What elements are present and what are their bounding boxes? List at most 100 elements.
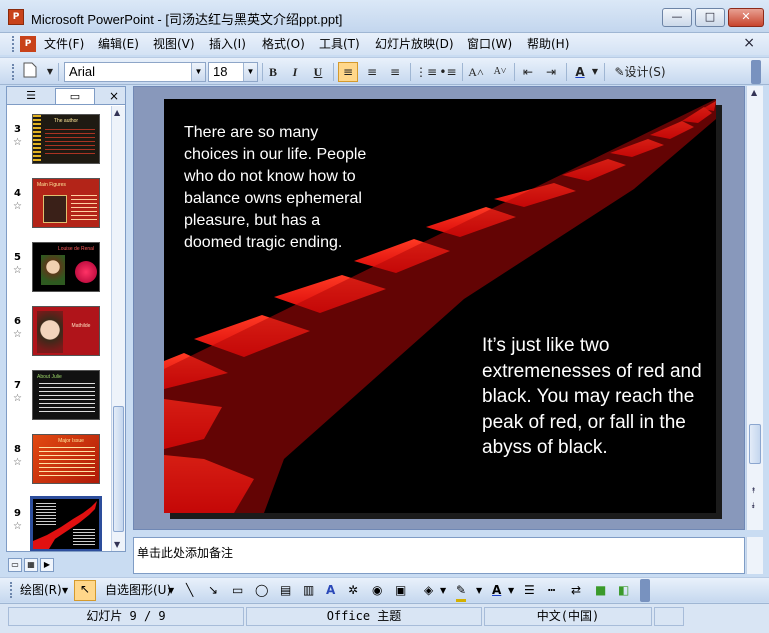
chevron-down-icon[interactable]: ▼: [590, 62, 600, 82]
arrow-style-icon[interactable]: ⇄: [571, 582, 581, 599]
menu-help[interactable]: 帮助(H): [527, 36, 569, 52]
font-size-select[interactable]: 18 ▼: [208, 62, 258, 82]
chevron-down-icon[interactable]: ▼: [508, 582, 514, 599]
shadow-style-icon[interactable]: ■: [595, 582, 606, 599]
toolbar-grip[interactable]: [10, 582, 13, 598]
slide-scrollbar[interactable]: ▲ ⯭ ⯯: [746, 86, 763, 530]
slide-sorter-icon[interactable]: ▦: [24, 558, 38, 572]
menu-tools[interactable]: 工具(T): [319, 36, 360, 52]
minimize-button[interactable]: —: [662, 8, 692, 27]
close-button[interactable]: ✕: [728, 8, 764, 27]
document-close-icon[interactable]: ×: [743, 35, 755, 51]
notes-scrollbar[interactable]: [746, 537, 763, 574]
decrease-indent-icon[interactable]: ⇤: [518, 62, 538, 82]
font-color-icon[interactable]: A: [570, 62, 590, 82]
panel-close-icon[interactable]: ×: [109, 87, 119, 105]
toolbar-overflow-button[interactable]: [751, 60, 761, 84]
slide-thumbnail-row[interactable]: 4 ☆ Main Figures: [7, 178, 111, 234]
clipart-icon[interactable]: ◉: [372, 582, 382, 599]
menu-view[interactable]: 视图(V): [153, 36, 195, 52]
chevron-down-icon[interactable]: ▼: [168, 582, 174, 599]
slide-thumbnail[interactable]: The author: [32, 114, 100, 164]
scroll-down-icon[interactable]: ▼: [114, 540, 120, 549]
wordart-icon[interactable]: A: [326, 582, 335, 599]
menu-grip[interactable]: [12, 36, 15, 52]
toolbar-options-icon[interactable]: ▼: [40, 62, 60, 82]
arrow-icon[interactable]: ↘: [208, 582, 218, 599]
scroll-up-icon[interactable]: ▲: [751, 88, 757, 97]
align-center-icon[interactable]: ≡: [362, 62, 382, 82]
slide-thumbnail[interactable]: Main Figures: [32, 178, 100, 228]
diagram-icon[interactable]: ✲: [348, 582, 358, 599]
scroll-up-icon[interactable]: ▲: [114, 108, 120, 117]
line-style-icon[interactable]: ☰: [524, 582, 535, 599]
slide-thumbnail-row-selected[interactable]: 9 ☆: [7, 496, 111, 551]
picture-icon[interactable]: ▣: [395, 582, 406, 599]
slide-thumbnail[interactable]: Mathilde: [32, 306, 100, 356]
menu-slideshow[interactable]: 幻灯片放映(D): [375, 36, 454, 52]
chevron-down-icon[interactable]: ▼: [191, 63, 205, 81]
bold-button[interactable]: B: [263, 62, 283, 82]
draw-menu-button[interactable]: 绘图(R): [20, 582, 62, 599]
notes-placeholder[interactable]: 单击此处添加备注: [137, 544, 233, 561]
powerpoint-app-icon[interactable]: P: [8, 9, 24, 25]
3d-style-icon[interactable]: ◧: [618, 582, 629, 599]
new-document-icon[interactable]: [20, 62, 40, 82]
next-slide-icon[interactable]: ⯯: [751, 501, 756, 511]
maximize-button[interactable]: □: [695, 8, 725, 27]
chevron-down-icon[interactable]: ▼: [476, 582, 482, 599]
align-right-icon[interactable]: ≡: [385, 62, 405, 82]
slide-thumbnail-row[interactable]: 8 ☆ Major Issue: [7, 434, 111, 490]
tab-slides[interactable]: ▭: [55, 88, 95, 104]
design-button[interactable]: ✎设计(S): [609, 62, 671, 82]
slide-scroll-thumb[interactable]: [749, 424, 761, 464]
slide-textbox-right[interactable]: It’s just like two extremenesses of red …: [482, 333, 702, 461]
slide-thumbnail[interactable]: Major Issue: [32, 434, 100, 484]
chevron-down-icon[interactable]: ▼: [440, 582, 446, 599]
previous-slide-icon[interactable]: ⯭: [751, 486, 756, 496]
menu-format[interactable]: 格式(O): [262, 36, 305, 52]
slide-thumbnail-row[interactable]: 5 ☆ Louise de Renal: [7, 242, 111, 298]
textbox-icon[interactable]: ▤: [280, 582, 291, 599]
current-slide[interactable]: There are so many choices in our life. P…: [164, 99, 716, 513]
select-pointer-icon[interactable]: ↖: [74, 580, 96, 601]
document-icon[interactable]: P: [20, 36, 36, 52]
underline-button[interactable]: U: [308, 62, 328, 82]
theme-name[interactable]: Office 主题: [246, 607, 482, 626]
oval-icon[interactable]: ◯: [255, 582, 268, 599]
toolbar-grip[interactable]: [12, 64, 15, 80]
notes-pane[interactable]: 单击此处添加备注: [133, 537, 745, 574]
chevron-down-icon[interactable]: ▼: [243, 63, 257, 81]
align-left-icon[interactable]: ≡: [338, 62, 358, 82]
panel-scrollbar[interactable]: ▲ ▼: [111, 106, 125, 551]
menu-window[interactable]: 窗口(W): [467, 36, 512, 52]
tab-outline[interactable]: ☰: [11, 88, 51, 104]
line-color-icon[interactable]: ✎: [456, 582, 467, 602]
slide-textbox-left[interactable]: There are so many choices in our life. P…: [184, 122, 374, 254]
slide-thumbnail[interactable]: Louise de Renal: [32, 242, 100, 292]
panel-scroll-thumb[interactable]: [113, 406, 124, 532]
menu-file[interactable]: 文件(F): [44, 36, 84, 52]
slide-thumbnail[interactable]: About Julie: [32, 370, 100, 420]
bulleted-list-icon[interactable]: •≡: [438, 62, 458, 82]
slideshow-icon[interactable]: ▶: [40, 558, 54, 572]
normal-view-icon[interactable]: ▭: [8, 558, 22, 572]
autoshapes-button[interactable]: 自选图形(U): [105, 582, 171, 599]
dash-style-icon[interactable]: ┅: [548, 582, 555, 599]
menu-edit[interactable]: 编辑(E): [98, 36, 139, 52]
slide-thumbnail-selected[interactable]: [30, 496, 102, 551]
vertical-textbox-icon[interactable]: ▥: [303, 582, 314, 599]
font-name-select[interactable]: Arial ▼: [64, 62, 206, 82]
slide-thumbnail-row[interactable]: 3 ☆ The author: [7, 114, 111, 170]
decrease-font-size-icon[interactable]: A˅: [490, 62, 510, 82]
rectangle-icon[interactable]: ▭: [232, 582, 243, 599]
slide-thumbnail-row[interactable]: 7 ☆ About Julie: [7, 370, 111, 426]
fill-color-icon[interactable]: ◈: [424, 582, 433, 599]
italic-button[interactable]: I: [285, 62, 305, 82]
slide-thumbnail-row[interactable]: 6 ☆ Mathilde: [7, 306, 111, 362]
toolbar-overflow-button[interactable]: [640, 579, 650, 602]
line-icon[interactable]: ╲: [186, 582, 193, 599]
chevron-down-icon[interactable]: ▼: [62, 582, 68, 599]
menu-insert[interactable]: 插入(I): [209, 36, 246, 52]
increase-font-size-icon[interactable]: A˄: [466, 62, 486, 82]
